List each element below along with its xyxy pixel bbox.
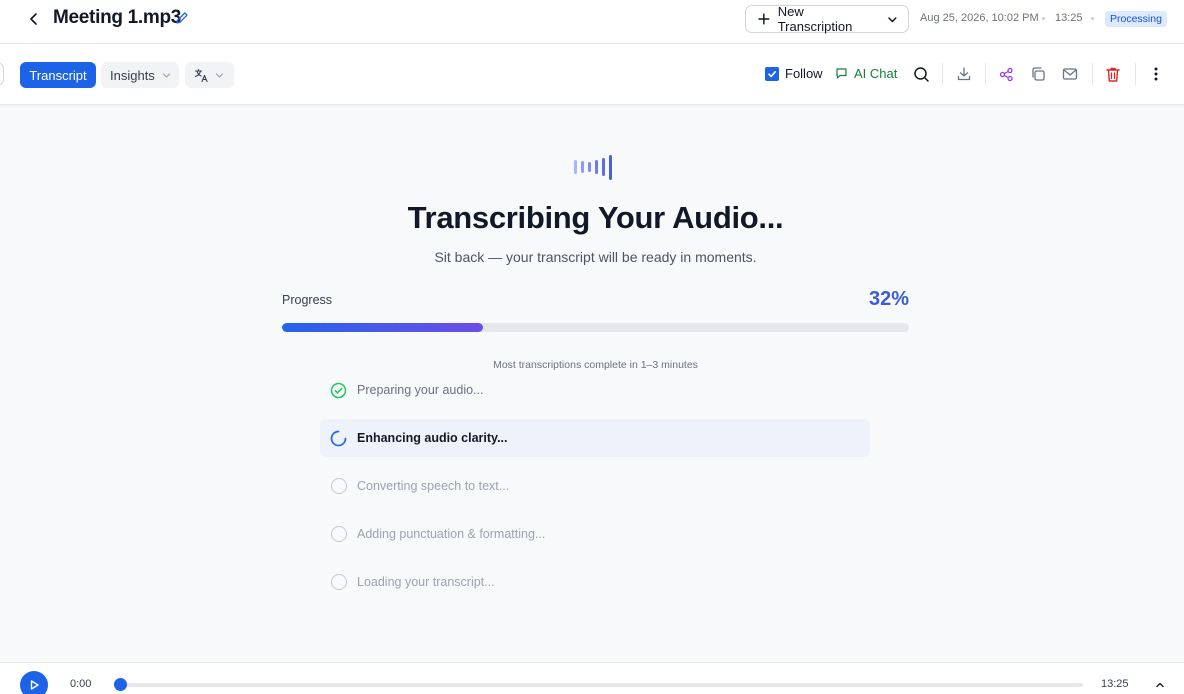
spinner-icon xyxy=(330,430,347,447)
step-item: Adding punctuation & formatting... xyxy=(320,515,870,553)
chat-bubble-icon xyxy=(836,68,847,79)
seek-handle[interactable] xyxy=(114,678,127,691)
share-button[interactable] xyxy=(996,64,1016,84)
step-label: Adding punctuation & formatting... xyxy=(357,527,546,541)
tab-transcript[interactable]: Transcript xyxy=(20,62,96,88)
ai-chat-button[interactable]: AI Chat xyxy=(835,66,897,81)
search-icon xyxy=(913,66,929,82)
email-button[interactable] xyxy=(1060,64,1080,84)
download-button[interactable] xyxy=(954,64,974,84)
file-title[interactable]: Meeting 1.mp3 xyxy=(53,7,181,29)
more-options-button[interactable] xyxy=(1146,64,1166,84)
copy-icon xyxy=(1032,67,1045,81)
chevron-down-icon xyxy=(162,72,170,78)
check-icon xyxy=(768,70,776,77)
share-icon xyxy=(999,67,1013,81)
translate-icon xyxy=(194,68,208,82)
top-bar: Meeting 1.mp3 New Transcription Aug 25, … xyxy=(0,0,1184,44)
chevron-left-icon xyxy=(30,13,37,25)
seek-bar[interactable] xyxy=(120,683,1083,687)
current-time: 0:00 xyxy=(70,678,92,690)
step-label: Preparing your audio... xyxy=(357,383,484,397)
toolbar-divider xyxy=(1092,63,1093,85)
step-label: Converting speech to text... xyxy=(357,479,510,493)
sidebar-toggle[interactable] xyxy=(0,62,4,86)
step-item: Preparing your audio... xyxy=(320,371,870,409)
ai-chat-label: AI Chat xyxy=(854,66,898,81)
translate-dropdown[interactable] xyxy=(185,62,234,88)
download-icon xyxy=(957,67,971,81)
total-time: 13:25 xyxy=(1101,678,1129,690)
audio-player: 0:00 13:25 xyxy=(0,662,1184,694)
eta-note: Most transcriptions complete in 1–3 minu… xyxy=(493,359,698,371)
pencil-icon[interactable] xyxy=(174,10,190,26)
plus-icon xyxy=(758,13,770,25)
expand-player-button[interactable] xyxy=(1153,678,1167,692)
audio-wave-icon xyxy=(574,155,612,180)
play-button[interactable] xyxy=(20,671,48,694)
step-item: Enhancing audio clarity... xyxy=(320,419,870,457)
progress-label: Progress xyxy=(282,293,333,307)
copy-button[interactable] xyxy=(1028,64,1048,84)
step-label: Enhancing audio clarity... xyxy=(357,431,508,445)
step-item: Converting speech to text... xyxy=(320,467,870,505)
new-transcription-button[interactable]: New Transcription xyxy=(745,4,909,34)
status-badge: Processing xyxy=(1105,11,1167,27)
toolbar-divider xyxy=(942,63,943,85)
progress-bar xyxy=(282,323,909,332)
delete-button[interactable] xyxy=(1103,64,1123,84)
separator-dot xyxy=(1091,17,1094,20)
follow-toggle[interactable]: Follow xyxy=(765,66,823,81)
page-subtitle: Sit back — your transcript will be ready… xyxy=(434,249,757,265)
chevron-down-icon xyxy=(888,16,897,22)
search-button[interactable] xyxy=(911,64,931,84)
more-vertical-icon xyxy=(1154,67,1158,81)
follow-label: Follow xyxy=(785,66,823,81)
empty-circle-icon xyxy=(330,478,347,495)
separator-dot xyxy=(1042,17,1045,20)
page-title: Transcribing Your Audio... xyxy=(407,200,784,235)
back-button[interactable] xyxy=(24,9,44,29)
empty-circle-icon xyxy=(330,574,347,591)
recording-date: Aug 25, 2026, 10:02 PM xyxy=(920,12,1039,24)
toolbar-divider xyxy=(1135,63,1136,85)
mail-icon xyxy=(1062,68,1078,80)
recording-duration: 13:25 xyxy=(1055,12,1083,24)
progress-bar-fill xyxy=(282,323,483,332)
progress-percent: 32% xyxy=(868,288,909,310)
step-label: Loading your transcript... xyxy=(357,575,495,589)
chevron-up-icon xyxy=(1156,682,1164,688)
check-circle-icon xyxy=(330,382,347,399)
empty-circle-icon xyxy=(330,526,347,543)
follow-checkbox[interactable] xyxy=(765,66,779,81)
trash-icon xyxy=(1106,67,1120,82)
chevron-down-icon xyxy=(215,72,224,78)
new-transcription-label: New Transcription xyxy=(777,4,853,34)
toolbar: Transcript Insights Follow AI Chat xyxy=(0,44,1184,105)
tab-insights[interactable]: Insights xyxy=(101,62,179,88)
toolbar-divider xyxy=(985,63,986,85)
play-icon xyxy=(30,680,39,690)
step-item: Loading your transcript... xyxy=(320,563,870,601)
tab-insights-label: Insights xyxy=(110,67,155,83)
